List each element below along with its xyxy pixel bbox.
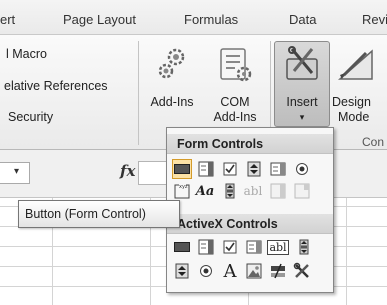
macro-security-button[interactable]: Security bbox=[8, 110, 53, 124]
tab-review[interactable]: Revi bbox=[362, 12, 387, 27]
activex-combo-box-icon[interactable] bbox=[197, 238, 215, 256]
com-add-ins-label-line2: Add-Ins bbox=[213, 110, 257, 124]
combo-list-edit-icon[interactable] bbox=[269, 182, 287, 200]
control-tooltip: Button (Form Control) bbox=[18, 200, 180, 228]
insert-function-button[interactable]: fx bbox=[120, 162, 135, 180]
chevron-down-icon: ▾ bbox=[299, 112, 305, 122]
activex-image-icon[interactable] bbox=[245, 262, 263, 280]
command-button-icon[interactable] bbox=[173, 238, 191, 256]
gears-icon bbox=[152, 45, 192, 85]
toolbox-icon bbox=[282, 45, 322, 85]
controls-group-caption: Con bbox=[362, 135, 385, 149]
activex-scroll-bar-icon[interactable] bbox=[295, 238, 313, 256]
spin-button-icon[interactable] bbox=[245, 160, 263, 178]
insert-label: Insert bbox=[286, 95, 318, 109]
activex-label-icon[interactable]: A bbox=[221, 260, 239, 282]
activex-spin-button-icon[interactable] bbox=[173, 262, 191, 280]
tab-data[interactable]: Data bbox=[289, 12, 316, 27]
activex-check-box-icon[interactable] bbox=[221, 238, 239, 256]
group-box-icon[interactable]: xyz bbox=[173, 182, 191, 200]
scroll-bar-icon[interactable] bbox=[221, 182, 239, 200]
com-add-ins-label: COM bbox=[220, 95, 250, 109]
option-button-icon[interactable] bbox=[293, 160, 311, 178]
more-controls-icon[interactable] bbox=[293, 262, 311, 280]
tab-insert[interactable]: ert bbox=[0, 12, 15, 27]
com-add-ins-icon bbox=[215, 45, 255, 85]
design-mode-button[interactable]: Design Mode bbox=[332, 45, 387, 125]
text-field-glyph: abl bbox=[243, 184, 263, 198]
label-icon[interactable]: Aa bbox=[195, 182, 215, 200]
name-box[interactable]: ▾ bbox=[0, 162, 30, 184]
button-form-control-icon[interactable] bbox=[172, 159, 192, 179]
chevron-down-icon[interactable]: ▾ bbox=[14, 166, 19, 177]
insert-controls-gallery: Form Controls xyz Aa abl ActiveX Control… bbox=[166, 127, 334, 293]
form-controls-heading: Form Controls bbox=[167, 134, 333, 154]
activex-option-button-icon[interactable] bbox=[197, 262, 215, 280]
activex-text-box-icon[interactable]: abl bbox=[267, 238, 289, 256]
design-mode-label: Design bbox=[332, 95, 371, 109]
check-box-icon[interactable] bbox=[221, 160, 239, 178]
activex-label-glyph: A bbox=[223, 260, 237, 282]
svg-text:xyz: xyz bbox=[179, 184, 188, 190]
activex-text-glyph: abl bbox=[267, 239, 289, 255]
add-ins-label: Add-Ins bbox=[150, 95, 194, 109]
record-macro-button[interactable]: l Macro bbox=[6, 47, 47, 61]
label-glyph: Aa bbox=[195, 183, 215, 199]
design-mode-icon bbox=[336, 45, 376, 85]
activex-controls-heading: ActiveX Controls bbox=[167, 214, 333, 234]
tab-formulas[interactable]: Formulas bbox=[184, 12, 238, 27]
add-ins-button[interactable]: Add-Ins bbox=[142, 45, 202, 110]
activex-list-box-icon[interactable] bbox=[245, 238, 263, 256]
list-box-icon[interactable] bbox=[269, 160, 287, 178]
com-add-ins-button[interactable]: COM Add-Ins bbox=[206, 45, 264, 125]
group-separator bbox=[138, 41, 139, 145]
insert-controls-content: Insert ▾ bbox=[274, 45, 330, 125]
combo-drop-down-edit-icon[interactable] bbox=[293, 182, 311, 200]
combo-box-icon[interactable] bbox=[197, 160, 215, 178]
text-field-icon[interactable]: abl bbox=[241, 182, 265, 200]
toggle-button-icon[interactable] bbox=[269, 262, 287, 280]
use-relative-references-button[interactable]: elative References bbox=[4, 79, 108, 93]
tab-page-layout[interactable]: Page Layout bbox=[63, 12, 136, 27]
design-mode-label-line2: Mode bbox=[338, 110, 370, 124]
